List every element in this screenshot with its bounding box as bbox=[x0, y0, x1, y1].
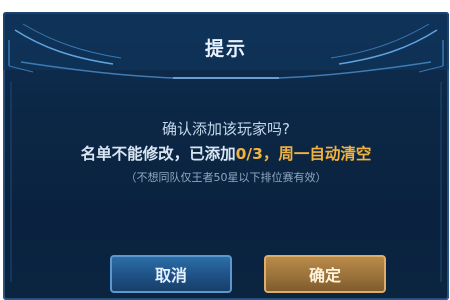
confirm-button[interactable]: 确定 bbox=[264, 255, 386, 293]
cancel-button[interactable]: 取消 bbox=[110, 255, 232, 293]
list-limit-note-suffix: ，周一自动清空 bbox=[262, 145, 372, 163]
condition-note: （不想同队仅王者50星以下排位赛有效） bbox=[125, 171, 327, 184]
confirm-question: 确认添加该玩家吗? bbox=[162, 120, 290, 138]
prompt-dialog: 提示 确认添加该玩家吗? 名单不能修改，已添加0/3，周一自动清空 （不想同队仅… bbox=[3, 12, 449, 300]
list-limit-note-prefix: 名单不能修改，已添加 bbox=[80, 145, 236, 163]
screen: 提示 确认添加该玩家吗? 名单不能修改，已添加0/3，周一自动清空 （不想同队仅… bbox=[0, 0, 450, 300]
dialog-title: 提示 bbox=[204, 38, 247, 60]
dialog-message: 确认添加该玩家吗? 名单不能修改，已添加0/3，周一自动清空 （不想同队仅王者5… bbox=[3, 118, 449, 187]
list-limit-note: 名单不能修改，已添加0/3，周一自动清空 bbox=[3, 142, 449, 166]
added-count: 0/3 bbox=[235, 145, 263, 163]
